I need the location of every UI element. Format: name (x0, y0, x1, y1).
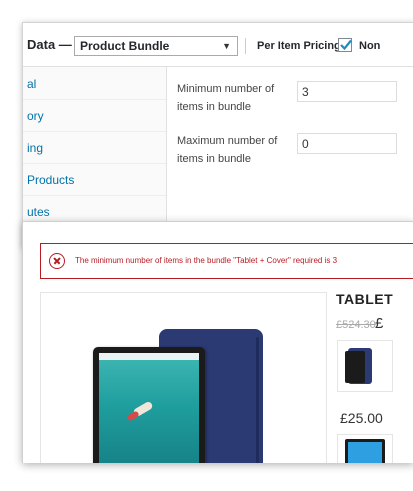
tab-label: ory (27, 109, 44, 123)
old-price: £524.30 (336, 319, 376, 331)
max-items-label: Maximum number of items in bundle (177, 135, 278, 165)
tab-label: utes (27, 205, 50, 219)
tab-general[interactable]: al (23, 67, 166, 100)
tab-label: al (27, 77, 37, 91)
max-items-input[interactable]: 0 (297, 133, 397, 154)
non-bundle-label: Non (359, 40, 381, 52)
tab-inventory[interactable]: ory (23, 99, 166, 132)
tab-linked-products[interactable]: Products (23, 163, 166, 196)
product-thumbnail[interactable] (337, 434, 393, 463)
header-divider (245, 38, 246, 54)
min-items-label: Minimum number of items in bundle (177, 83, 275, 113)
error-circle-icon (49, 253, 65, 269)
product-data-label: Data — (27, 37, 72, 52)
per-item-pricing-checkbox[interactable] (338, 38, 352, 52)
storefront-panel: The minimum number of items in the bundl… (22, 221, 413, 463)
product-type-select[interactable]: Product Bundle ▼ (74, 36, 238, 56)
product-data-header: Data — Product Bundle ▼ Per Item Pricing… (23, 23, 413, 67)
tab-label: ing (27, 141, 44, 155)
min-items-input[interactable]: 3 (297, 81, 397, 102)
tab-label: Products (27, 173, 75, 187)
current-price: £ (375, 315, 384, 332)
error-message: The minimum number of items in the bundl… (75, 256, 338, 265)
product-type-value: Product Bundle (80, 39, 170, 53)
chevron-down-icon: ▼ (222, 41, 231, 51)
error-notice: The minimum number of items in the bundl… (40, 243, 413, 279)
product-data-panel: Data — Product Bundle ▼ Per Item Pricing… (22, 22, 413, 248)
checkmark-icon (340, 39, 352, 51)
tablet-image (93, 347, 205, 463)
product-main-image[interactable] (40, 292, 327, 463)
per-item-pricing-label: Per Item Pricing: (257, 40, 345, 52)
product-thumbnail[interactable] (337, 340, 393, 392)
tab-shipping[interactable]: ing (23, 131, 166, 164)
product-title: TABLET (336, 291, 394, 307)
option-price: £25.00 (340, 410, 383, 426)
